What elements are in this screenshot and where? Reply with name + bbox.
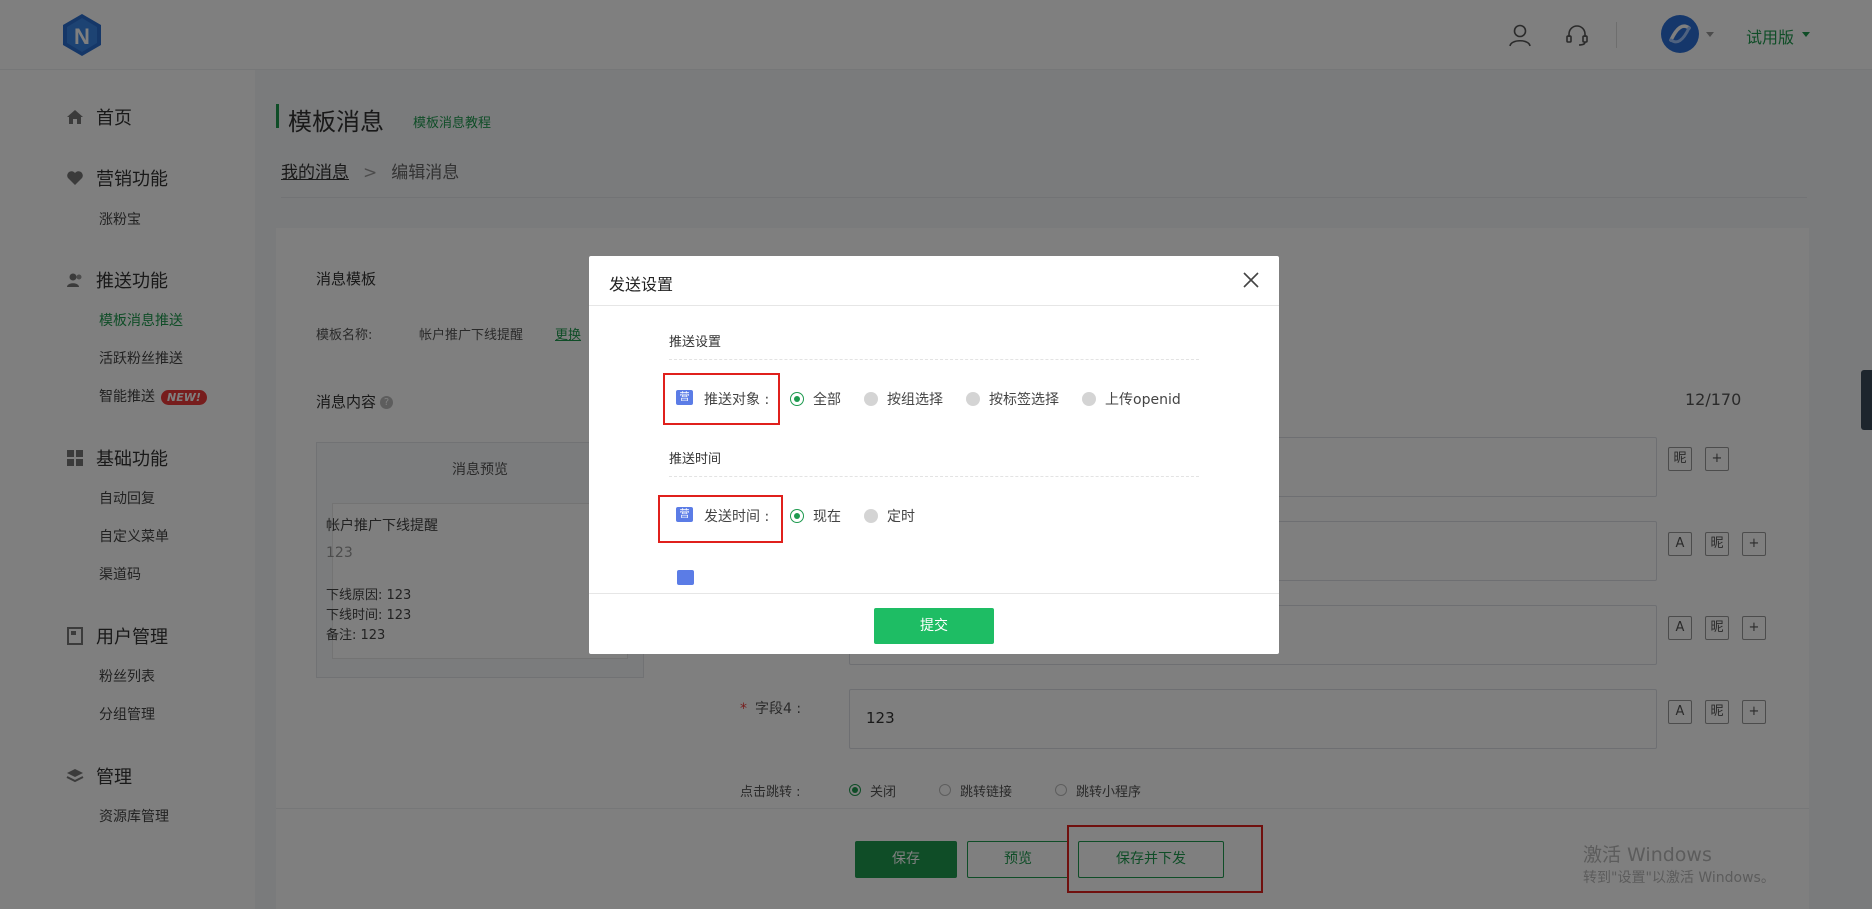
target-option-label[interactable]: 上传openid [1105,389,1181,409]
dialog-title: 发送设置 [609,275,674,294]
close-icon[interactable] [1240,269,1262,291]
divider [669,359,1199,360]
target-option-label[interactable]: 按组选择 [887,389,943,409]
target-radio-by-tag[interactable] [966,392,980,406]
target-radio-all[interactable] [790,392,804,406]
target-radio-upload-openid[interactable] [1082,392,1096,406]
push-settings-heading: 推送设置 [669,335,722,350]
time-radio-scheduled[interactable] [864,509,878,523]
highlight-box [663,373,780,425]
dialog-footer-divider [589,593,1279,594]
submit-button[interactable]: 提交 [874,608,994,644]
time-option-label[interactable]: 定时 [887,506,915,526]
divider [669,476,1199,477]
time-radio-now[interactable] [790,509,804,523]
time-option-label[interactable]: 现在 [813,506,841,526]
dialog-header: 发送设置 [589,256,1279,306]
target-option-label[interactable]: 按标签选择 [989,389,1059,409]
push-time-heading: 推送时间 [669,452,722,467]
marketing-tag-icon [677,570,694,585]
target-option-label[interactable]: 全部 [813,389,841,409]
target-radio-by-group[interactable] [864,392,878,406]
highlight-box [658,495,783,543]
